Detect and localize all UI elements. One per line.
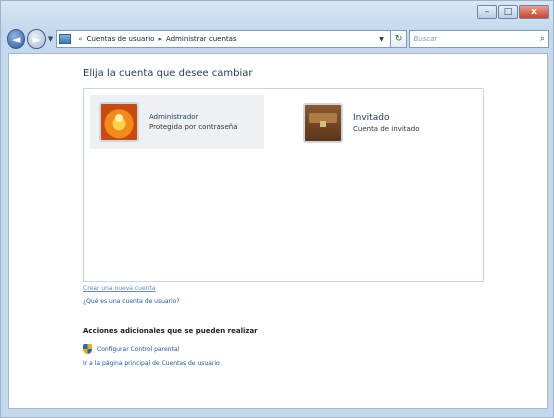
page-title: Elija la cuenta que desee cambiar	[83, 68, 253, 79]
what-is-account-link[interactable]: ¿Qué es una cuenta de usuario?	[83, 298, 180, 305]
account-name: Administrador	[149, 113, 199, 121]
back-button[interactable]: ◄	[7, 29, 26, 49]
chest-icon	[303, 103, 343, 143]
search-placeholder: Buscar	[413, 35, 438, 43]
account-tile-administrador[interactable]: Administrador Protegida por contraseña	[90, 95, 264, 149]
breadcrumb-separator-icon[interactable]: ▸	[158, 35, 162, 43]
refresh-button[interactable]: ↻	[390, 30, 408, 48]
account-text: Administrador Protegida por contraseña	[149, 112, 238, 132]
additional-actions-heading: Acciones adicionales que se pueden reali…	[83, 327, 258, 335]
control-panel-folder-icon	[59, 34, 72, 44]
search-input[interactable]: Buscar ⌕	[409, 30, 549, 48]
refresh-icon: ↻	[394, 34, 403, 44]
breadcrumb-item-administrar-cuentas[interactable]: Administrar cuentas	[166, 35, 237, 43]
account-status: Protegida por contraseña	[149, 123, 238, 131]
flower-icon	[99, 102, 139, 142]
parental-controls-link[interactable]: Configurar Control parental	[83, 344, 179, 354]
forward-button[interactable]: ►	[27, 29, 46, 49]
maximize-button[interactable]: □	[498, 5, 518, 19]
navigation-bar: ◄ ► ▼ « Cuentas de usuario ▸ Administrar…	[7, 27, 549, 51]
address-dropdown-icon[interactable]: ▼	[379, 36, 384, 43]
minimize-button[interactable]: –	[477, 5, 497, 19]
account-list: Administrador Protegida por contraseña I…	[83, 88, 484, 282]
recent-pages-dropdown-icon[interactable]: ▼	[48, 35, 53, 43]
account-tile-invitado[interactable]: Invitado Cuenta de invitado	[294, 101, 454, 145]
shield-icon	[83, 344, 92, 354]
main-content: Elija la cuenta que desee cambiar Admini…	[8, 53, 548, 409]
explorer-window: – □ x ◄ ► ▼ « Cuentas de usuario ▸ Admin…	[0, 0, 554, 418]
breadcrumb-overflow-icon[interactable]: «	[78, 35, 82, 43]
address-bar[interactable]: « Cuentas de usuario ▸ Administrar cuent…	[56, 30, 391, 48]
account-name: Invitado	[353, 112, 390, 123]
user-accounts-home-link[interactable]: Ir a la página principal de Cuentas de u…	[83, 360, 220, 367]
close-button[interactable]: x	[519, 5, 549, 19]
account-text: Invitado Cuenta de invitado	[353, 113, 420, 134]
account-status: Cuenta de invitado	[353, 124, 420, 133]
caption-buttons: – □ x	[477, 5, 549, 19]
create-account-link[interactable]: Crear una nueva cuenta	[83, 285, 156, 292]
parental-controls-label: Configurar Control parental	[97, 345, 180, 353]
search-icon[interactable]: ⌕	[540, 34, 545, 44]
breadcrumb-item-cuentas-de-usuario[interactable]: Cuentas de usuario	[87, 35, 155, 43]
